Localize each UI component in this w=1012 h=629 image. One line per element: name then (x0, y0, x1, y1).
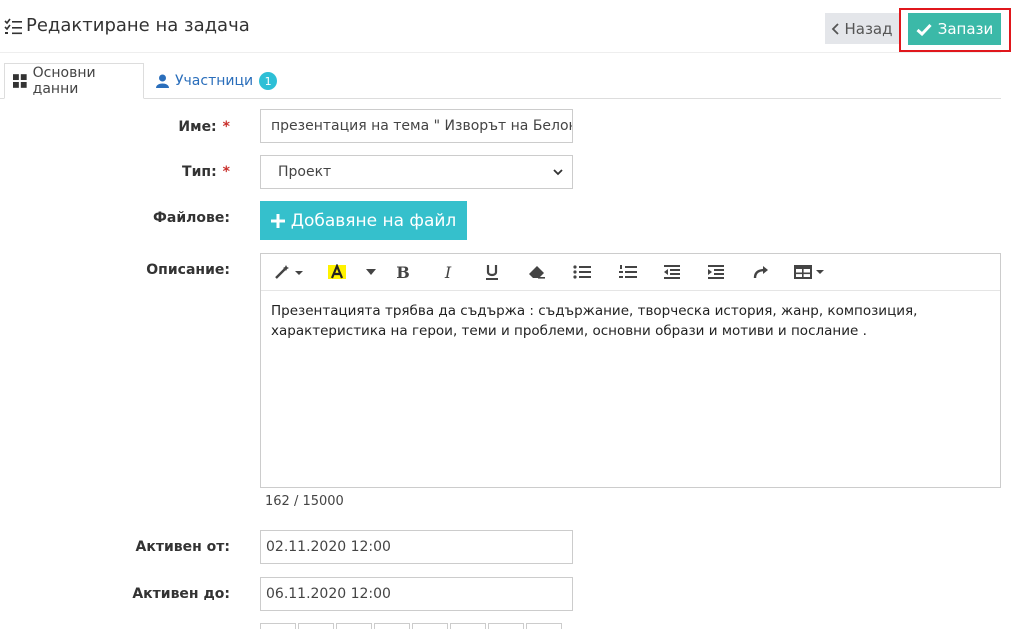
outdent-button[interactable] (661, 262, 683, 282)
redo-icon (753, 266, 768, 279)
outdent-icon (664, 265, 680, 279)
indent-icon (708, 265, 724, 279)
magic-wand-icon (275, 265, 303, 279)
user-icon (156, 74, 169, 88)
chevron-left-icon (832, 22, 840, 35)
tabs-divider (0, 98, 1001, 99)
editor-toolbar: B I (261, 254, 1000, 291)
weekday-box[interactable] (336, 623, 372, 629)
task-list-icon (4, 18, 22, 35)
page-title: Редактиране на задача (26, 15, 250, 36)
plus-icon (270, 213, 285, 228)
active-from-label: Активен от: (135, 539, 231, 555)
weekday-box[interactable] (450, 623, 486, 629)
char-counter: 162 / 15000 (265, 494, 344, 509)
numbered-list-button[interactable] (617, 262, 639, 282)
name-input[interactable]: презентация на тема " Изворът на Белонс (260, 109, 573, 143)
bold-icon: B (396, 262, 410, 282)
type-label: Тип: (182, 164, 217, 180)
font-color-button[interactable] (325, 262, 349, 282)
header-divider (0, 52, 1001, 53)
italic-icon: I (444, 262, 452, 282)
required-mark: * (222, 164, 230, 180)
save-button-label: Запази (937, 20, 994, 38)
bullet-list-button[interactable] (571, 262, 593, 282)
add-file-button[interactable]: Добавяне на файл (260, 201, 467, 240)
numbered-list-icon (619, 265, 637, 278)
weekday-box[interactable] (298, 623, 334, 629)
bullet-list-icon (573, 265, 591, 279)
tab-main-data-label: Основни данни (32, 65, 96, 97)
highlight-color-icon (328, 264, 346, 279)
style-button[interactable] (273, 262, 305, 282)
participants-count-badge: 1 (259, 72, 278, 90)
table-button[interactable] (793, 262, 827, 282)
type-select[interactable]: Проект (260, 155, 573, 189)
color-dropdown-button[interactable] (364, 262, 378, 282)
active-from-input[interactable]: 02.11.2020 12:00 (260, 530, 573, 564)
save-button[interactable]: Запази (908, 13, 1001, 45)
type-label-row: Тип: * (0, 164, 230, 180)
tab-participants-label: Участници (175, 73, 254, 89)
check-icon (916, 23, 932, 36)
name-label-row: Име: * (0, 119, 230, 135)
caret-down-icon (366, 269, 376, 275)
weekday-box[interactable] (526, 623, 562, 629)
type-select-value: Проект (278, 164, 332, 180)
tab-participants[interactable]: Участници 1 (156, 63, 278, 99)
description-editor[interactable]: B I Презентацията трябва да съдържа: съ… (260, 253, 1001, 488)
eraser-icon (529, 266, 545, 279)
chevron-down-icon (553, 169, 563, 176)
clear-format-button[interactable] (526, 262, 548, 282)
grid-icon (13, 74, 27, 88)
active-to-label: Активен до: (132, 586, 230, 602)
table-icon (794, 265, 824, 279)
description-label: Описание: (146, 262, 230, 278)
bold-button[interactable]: B (393, 262, 413, 282)
tab-main-data[interactable]: Основни данни (4, 63, 144, 99)
required-mark: * (222, 119, 230, 135)
weekday-box[interactable] (260, 623, 296, 629)
underline-button[interactable] (482, 262, 502, 282)
italic-button[interactable]: I (438, 262, 458, 282)
indent-button[interactable] (705, 262, 727, 282)
weekday-box[interactable] (412, 623, 448, 629)
back-button-label: Назад (844, 19, 893, 38)
underline-icon (486, 265, 498, 280)
add-file-label: Добавяне на файл (290, 210, 457, 231)
files-label: Файлове: (153, 210, 230, 226)
weekday-box[interactable] (488, 623, 524, 629)
description-text[interactable]: Презентацията трябва да съдържа : съдърж… (271, 301, 991, 341)
name-label: Име: (178, 119, 217, 135)
back-button[interactable]: Назад (825, 13, 899, 44)
active-to-input[interactable]: 06.11.2020 12:00 (260, 577, 573, 611)
weekday-box[interactable] (374, 623, 410, 629)
redo-button[interactable] (750, 262, 772, 282)
